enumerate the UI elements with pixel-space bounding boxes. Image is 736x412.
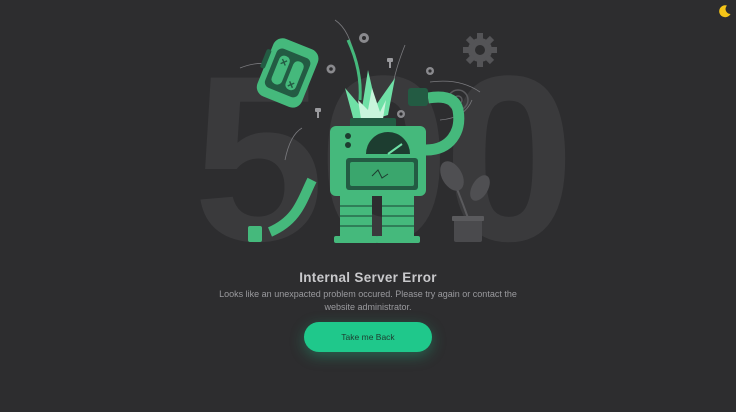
small-gear-icon — [359, 33, 369, 43]
gear-icon — [463, 33, 497, 67]
robot-body — [330, 126, 426, 196]
small-gear-icon — [326, 64, 336, 74]
error-title: Internal Server Error — [299, 270, 437, 285]
small-gear-icon — [426, 67, 434, 75]
robot-500-illustration: 500 — [193, 19, 575, 260]
small-gear-icon — [397, 110, 405, 118]
error-message: Looks like an unexpacted problem occured… — [219, 289, 517, 312]
take-me-back-button[interactable]: Take me Back — [304, 322, 432, 352]
